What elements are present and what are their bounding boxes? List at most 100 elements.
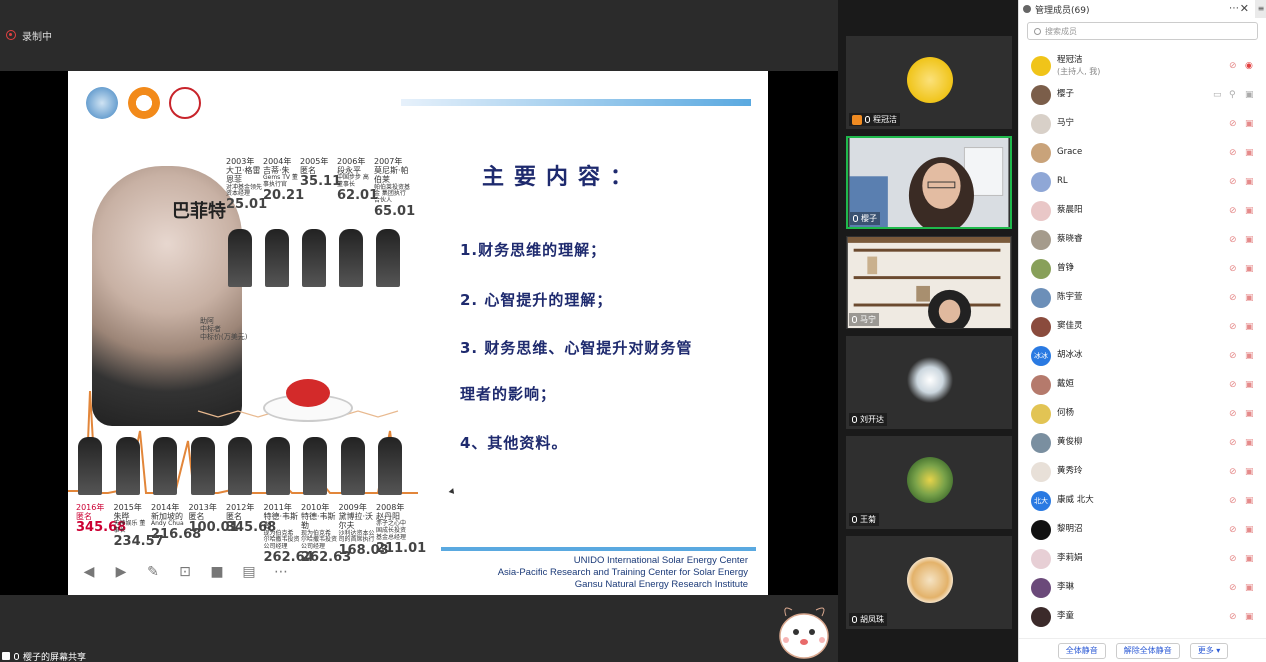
video-tile[interactable]: 刘开达 xyxy=(846,336,1012,429)
year-label: 2012年 匿名 345.68 xyxy=(226,503,277,536)
camera-off-icon[interactable]: ▣ xyxy=(1245,264,1254,274)
member-row[interactable]: 曾铮 ⊘ ▣ xyxy=(1019,254,1266,283)
mic-muted-icon[interactable]: ⊘ xyxy=(1229,351,1237,361)
video-tile[interactable]: 王菊 xyxy=(846,436,1012,529)
mic-icon xyxy=(852,616,857,623)
member-row[interactable]: 黎明沼 ⊘ ▣ xyxy=(1019,515,1266,544)
recording-indicator[interactable]: 录制中 xyxy=(6,27,52,43)
member-row[interactable]: 黄秀玲 ⊘ ▣ xyxy=(1019,457,1266,486)
mic-muted-icon[interactable]: ⊘ xyxy=(1229,612,1237,622)
camera-off-icon[interactable]: ▣ xyxy=(1245,438,1254,448)
camera-off-icon[interactable]: ▣ xyxy=(1245,612,1254,622)
camera-off-icon[interactable]: ▣ xyxy=(1245,496,1254,506)
year-label: 2013年 匿名 100.01 xyxy=(188,503,239,536)
camera-off-icon[interactable]: ▣ xyxy=(1245,293,1254,303)
avatar xyxy=(1031,84,1051,105)
camera-off-icon[interactable]: ▣ xyxy=(1245,351,1254,361)
mic-muted-icon[interactable]: ⊘ xyxy=(1229,61,1237,71)
mic-on-icon[interactable]: ⚲ xyxy=(1229,90,1236,100)
member-row[interactable]: 李莉娟 ⊘ ▣ xyxy=(1019,544,1266,573)
mic-muted-icon[interactable]: ⊘ xyxy=(1229,467,1237,477)
mic-muted-icon[interactable]: ⊘ xyxy=(1229,496,1237,506)
menu-icon[interactable]: ≡ xyxy=(1255,0,1266,18)
mic-muted-icon[interactable]: ⊘ xyxy=(1229,409,1237,419)
mic-muted-icon[interactable]: ⊘ xyxy=(1229,438,1237,448)
mic-muted-icon[interactable]: ⊘ xyxy=(1229,235,1237,245)
more-button[interactable]: 更多 ▾ xyxy=(1189,642,1229,659)
mic-muted-icon[interactable]: ⊘ xyxy=(1229,322,1237,332)
slide-title: 主要内容： xyxy=(482,164,643,190)
member-row[interactable]: 马宁 ⊘ ▣ xyxy=(1019,109,1266,138)
bidder-photo xyxy=(153,437,177,495)
camera-off-icon[interactable]: ▣ xyxy=(1245,119,1254,129)
member-row[interactable]: 陈宇萱 ⊘ ▣ xyxy=(1019,283,1266,312)
record-icon[interactable]: ◉ xyxy=(1245,61,1253,71)
camera-off-icon[interactable]: ▣ xyxy=(1245,380,1254,390)
camera-off-icon[interactable]: ▣ xyxy=(1245,525,1254,535)
video-tile[interactable]: 胡凤珠 xyxy=(846,536,1012,629)
member-row[interactable]: 窦佳灵 ⊘ ▣ xyxy=(1019,312,1266,341)
mic-muted-icon[interactable]: ⊘ xyxy=(1229,177,1237,187)
member-name: 黄秀玲 xyxy=(1057,466,1083,476)
camera-off-icon[interactable]: ▣ xyxy=(1245,322,1254,332)
meeting-stage: 录制中 巴菲特 2003年 大卫·格雷恩菲 对冲基金领先 资本经理 25.01 2004… xyxy=(0,0,838,662)
year-label: 2015年 朱晔 天神娱乐 董事长 234.57 xyxy=(113,503,164,550)
member-row[interactable]: 黄俊柳 ⊘ ▣ xyxy=(1019,428,1266,457)
zoom-icon[interactable]: ⊡ xyxy=(176,563,194,581)
member-row[interactable]: 何杨 ⊘ ▣ xyxy=(1019,399,1266,428)
camera-off-icon[interactable]: ▣ xyxy=(1245,206,1254,216)
member-row[interactable]: 北大 康威 北大 ⊘ ▣ xyxy=(1019,486,1266,515)
more-icon[interactable]: ⋯ xyxy=(272,563,290,581)
member-row[interactable]: 程冠洁 (主持人, 我) ⊘ ◉ xyxy=(1019,51,1266,80)
search-input[interactable]: 搜索成员 xyxy=(1027,22,1258,40)
close-icon[interactable]: ✕ xyxy=(1240,2,1249,15)
mic-muted-icon[interactable]: ⊘ xyxy=(1229,206,1237,216)
avatar xyxy=(1031,519,1051,540)
member-row[interactable]: 戴姮 ⊘ ▣ xyxy=(1019,370,1266,399)
camera-off-icon[interactable]: ▣ xyxy=(1245,467,1254,477)
mic-muted-icon[interactable]: ⊘ xyxy=(1229,380,1237,390)
unmute-all-button[interactable]: 解除全体静音 xyxy=(1115,642,1180,659)
member-name: 康威 北大 xyxy=(1057,495,1094,505)
camera-icon[interactable]: ■ xyxy=(208,563,226,581)
mic-muted-icon[interactable]: ⊘ xyxy=(1229,525,1237,535)
more-icon[interactable]: ⋯ xyxy=(1229,3,1239,14)
next-slide-icon[interactable]: ▶ xyxy=(112,563,130,581)
year-label: 2011年 特德·韦斯勒 现为伯克希 尔哈撒韦投资 公司经理 262.64 xyxy=(263,503,314,566)
video-tile[interactable]: 程冠洁 xyxy=(846,36,1012,129)
member-name: 何杨 xyxy=(1057,408,1075,418)
member-row[interactable]: 蔡晓睿 ⊘ ▣ xyxy=(1019,225,1266,254)
avatar: 冰冰 xyxy=(1031,345,1051,366)
mic-muted-icon[interactable]: ⊘ xyxy=(1229,148,1237,158)
member-row[interactable]: 樱子 ⚲ ▣ ▭ xyxy=(1019,80,1266,109)
video-tile[interactable]: 马宁 xyxy=(846,236,1012,329)
camera-off-icon[interactable]: ▣ xyxy=(1245,177,1254,187)
camera-off-icon[interactable]: ▣ xyxy=(1245,583,1254,593)
video-tile-active[interactable]: 樱子 xyxy=(846,136,1012,229)
camera-off-icon[interactable]: ▣ xyxy=(1245,90,1254,100)
camera-off-icon[interactable]: ▣ xyxy=(1245,148,1254,158)
cartoon-sticker xyxy=(779,607,829,659)
avatar xyxy=(1031,316,1051,337)
mic-muted-icon[interactable]: ⊘ xyxy=(1229,119,1237,129)
mic-muted-icon[interactable]: ⊘ xyxy=(1229,264,1237,274)
camera-off-icon[interactable]: ▣ xyxy=(1245,235,1254,245)
point-3-cont: 理者的影响； xyxy=(460,385,557,403)
pen-icon[interactable]: ✎ xyxy=(144,563,162,581)
member-name: 樱子 xyxy=(1057,89,1075,99)
prev-slide-icon[interactable]: ◀ xyxy=(80,563,98,581)
search-placeholder: 搜索成员 xyxy=(1045,26,1077,36)
mute-all-button[interactable]: 全体静音 xyxy=(1057,642,1106,659)
mic-muted-icon[interactable]: ⊘ xyxy=(1229,583,1237,593)
member-row[interactable]: 蔡晨阳 ⊘ ▣ xyxy=(1019,196,1266,225)
subtitle-icon[interactable]: ▤ xyxy=(240,563,258,581)
member-row[interactable]: 李琳 ⊘ ▣ xyxy=(1019,573,1266,602)
member-row[interactable]: Grace ⊘ ▣ xyxy=(1019,138,1266,167)
mic-muted-icon[interactable]: ⊘ xyxy=(1229,554,1237,564)
member-row[interactable]: 冰冰 胡冰冰 ⊘ ▣ xyxy=(1019,341,1266,370)
camera-off-icon[interactable]: ▣ xyxy=(1245,554,1254,564)
member-row[interactable]: RL ⊘ ▣ xyxy=(1019,167,1266,196)
camera-off-icon[interactable]: ▣ xyxy=(1245,409,1254,419)
member-row[interactable]: 李童 ⊘ ▣ xyxy=(1019,602,1266,631)
mic-muted-icon[interactable]: ⊘ xyxy=(1229,293,1237,303)
